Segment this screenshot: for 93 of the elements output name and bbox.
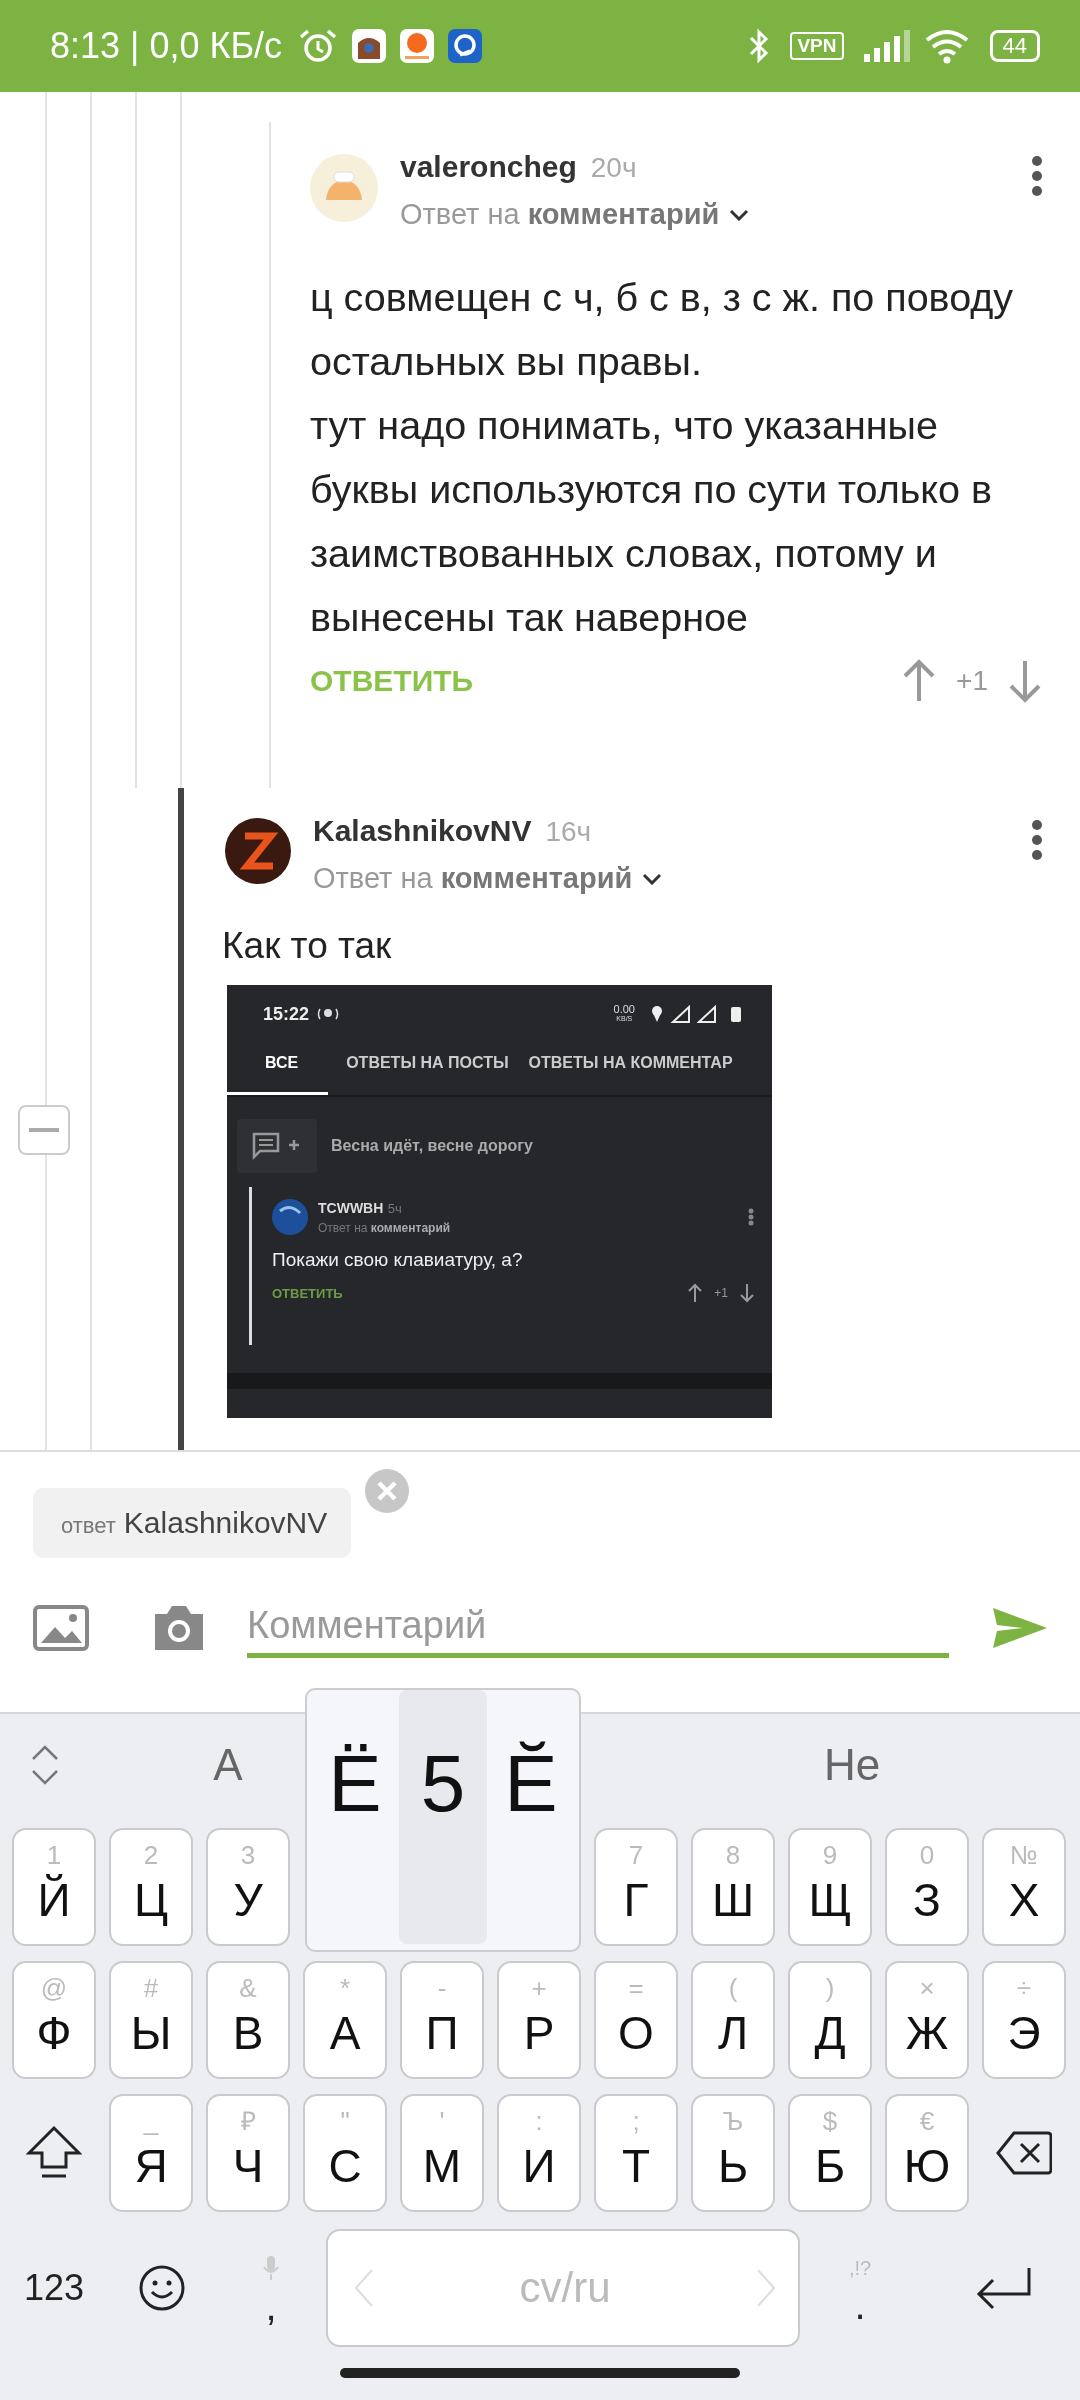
location-icon: [317, 1007, 340, 1021]
keyboard-key[interactable]: ; Т: [594, 2094, 678, 2212]
keyboard-key[interactable]: ( Л: [691, 1961, 775, 2079]
suggestion[interactable]: Не: [823, 1740, 881, 1790]
keyboard-key[interactable]: 1 Й: [12, 1828, 96, 1946]
upvote-arrow-icon[interactable]: [902, 659, 937, 703]
comment-text: Как то так: [222, 924, 393, 968]
comment-text: Покажи свою клавиатуру, а?: [272, 1249, 524, 1271]
comma-key[interactable]: ,: [216, 2229, 326, 2347]
wifi-icon: [923, 28, 970, 64]
keyboard-key[interactable]: ' М: [400, 2094, 484, 2212]
keyboard-key[interactable]: ₽ Ч: [206, 2094, 290, 2212]
comment-age: 5ч: [387, 1201, 402, 1216]
more-options-icon[interactable]: [1032, 156, 1042, 196]
reply-chip-name: KalashnikovNV: [123, 1506, 328, 1540]
keyboard-key[interactable]: @ Ф: [12, 1961, 96, 2079]
minus-icon: [29, 1128, 59, 1132]
keyboard-key[interactable]: = О: [594, 1961, 678, 2079]
battery-indicator: 44: [989, 30, 1040, 62]
keyboard-key[interactable]: ) Д: [788, 1961, 872, 2079]
author-name: TCWWBH: [318, 1200, 384, 1216]
author-name[interactable]: KalashnikovNV: [313, 814, 532, 848]
reply-chip-prefix: ответ: [61, 1513, 116, 1539]
reply-to-text: Ответ на комментарий: [318, 1221, 451, 1235]
add-comment-icon: [237, 1119, 317, 1173]
keyboard-key[interactable]: " С: [303, 2094, 387, 2212]
emoji-icon[interactable]: [139, 2265, 185, 2311]
microphone-icon: [263, 2255, 279, 2281]
comment-score: +1: [956, 665, 988, 697]
keyboard-key[interactable]: × Ж: [885, 1961, 969, 2079]
keyboard-key[interactable]: ÷ Э: [982, 1961, 1066, 2079]
post-title: Весна идёт, весне дорогу: [331, 1137, 533, 1155]
app-icon: [448, 29, 483, 63]
screenshot-tab-label: ОТВЕТЫ НА КОММЕНТАР: [527, 1052, 734, 1073]
keyboard-key[interactable]: - П: [400, 1961, 484, 2079]
comment-input[interactable]: Комментарий: [247, 1598, 949, 1658]
upvote-arrow-icon: [688, 1283, 703, 1303]
key-variant[interactable]: Ё: [311, 1690, 399, 1944]
key-variant[interactable]: 5: [399, 1690, 487, 1944]
keyboard-key[interactable]: 9 Щ: [788, 1828, 872, 1946]
backspace-icon[interactable]: [996, 2131, 1052, 2175]
keyboard-key[interactable]: № Х: [982, 1828, 1066, 1946]
period-key[interactable]: ,!? .: [800, 2229, 920, 2347]
more-options-icon[interactable]: [1032, 820, 1042, 860]
keyboard-key[interactable]: $ Б: [788, 2094, 872, 2212]
caret-icon[interactable]: [642, 872, 663, 885]
status-time: 8:13 | 0,0 КБ/с: [50, 25, 283, 67]
avatar-icon: [310, 154, 378, 222]
screenshot-tab-label: ВСЕ: [227, 1033, 329, 1095]
avatar-icon: [272, 1199, 308, 1235]
keyboard-key[interactable]: 7 Г: [594, 1828, 678, 1946]
comment-text: ц совмещен с ч, б с в, з с ж. по поводу остальных вы правы. тут надо понимать, что указанные буквы используются по сути только в заимствованных словах, потому и вынесены так наверное: [310, 274, 1015, 641]
reply-to-link[interactable]: Ответ на комментарий: [400, 198, 720, 231]
bluetooth-icon: [748, 28, 771, 64]
caret-icon[interactable]: [729, 208, 750, 221]
keyboard-key[interactable]: 0 З: [885, 1828, 969, 1946]
keyboard-key[interactable]: & В: [206, 1961, 290, 2079]
enter-icon[interactable]: [975, 2266, 1033, 2310]
comment-score: +1: [714, 1286, 728, 1300]
avatar-icon: [225, 818, 291, 884]
keyboard-key[interactable]: : И: [497, 2094, 581, 2212]
keyboard-key[interactable]: # Ы: [109, 1961, 193, 2079]
shift-icon[interactable]: [26, 2125, 82, 2181]
image-icon[interactable]: [33, 1605, 89, 1651]
chevron-right-icon: [756, 2268, 776, 2308]
app-icon: [352, 29, 387, 63]
app-icon: [400, 29, 435, 63]
keyboard-key[interactable]: 3 У: [206, 1828, 290, 1946]
reply-label: ОТВЕТИТЬ: [272, 1285, 343, 1301]
keyboard-key[interactable]: € Ю: [885, 2094, 969, 2212]
more-options-icon: [748, 1208, 754, 1226]
reply-to-link[interactable]: Ответ на комментарий: [313, 862, 633, 895]
alarm-clock-icon: [298, 28, 339, 64]
comment-age: 20ч: [590, 152, 637, 184]
downvote-arrow-icon: [740, 1283, 754, 1303]
keyboard-key[interactable]: _ Я: [109, 2094, 193, 2212]
expand-collapse-icon[interactable]: [31, 1745, 59, 1785]
key-variant[interactable]: Ӗ: [487, 1690, 575, 1944]
vpn-badge: VPN: [790, 32, 844, 60]
comment-age: 16ч: [545, 816, 592, 848]
screenshot-tab-label: ОТВЕТЫ НА ПОСТЫ: [345, 1052, 510, 1073]
keyboard-key[interactable]: 8 Ш: [691, 1828, 775, 1946]
keyboard-key[interactable]: * А: [303, 1961, 387, 2079]
numbers-key[interactable]: 123: [0, 2229, 108, 2347]
keyboard-key[interactable]: 2 Ц: [109, 1828, 193, 1946]
suggestion[interactable]: А: [213, 1740, 243, 1790]
chevron-left-icon: [354, 2268, 374, 2308]
screenshot-time: 15:22: [263, 1003, 310, 1025]
keyboard-key[interactable]: Ъ Ь: [691, 2094, 775, 2212]
keyboard-key[interactable]: + Р: [497, 1961, 581, 2079]
author-name[interactable]: valeroncheg: [400, 150, 577, 184]
signal-icon: [863, 30, 910, 62]
downvote-arrow-icon[interactable]: [1008, 659, 1042, 703]
